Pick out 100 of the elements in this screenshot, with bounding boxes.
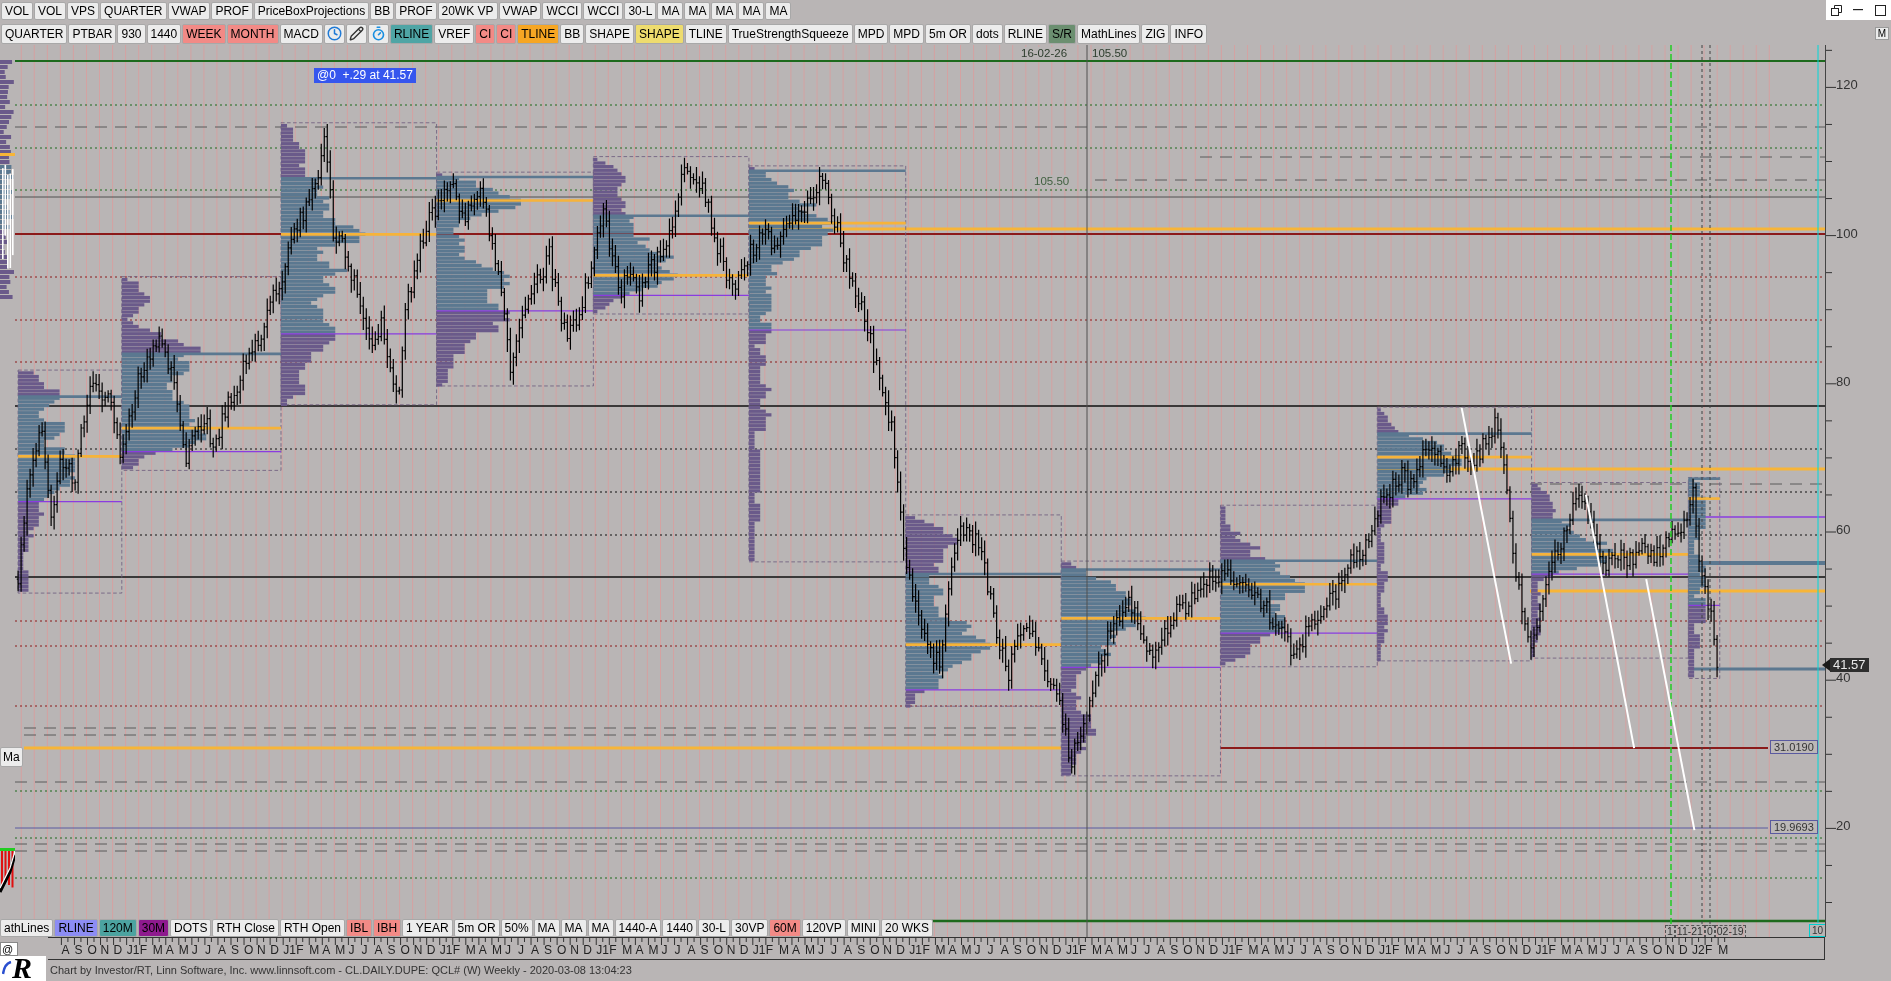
study-button[interactable]: IBH bbox=[373, 918, 402, 937]
month-label: J1 bbox=[1378, 944, 1392, 957]
month-label: O bbox=[1496, 944, 1506, 957]
study-button[interactable]: MPD bbox=[889, 23, 924, 44]
study-button[interactable]: MA bbox=[587, 918, 614, 937]
study-button[interactable]: 50% bbox=[500, 918, 533, 937]
study-button[interactable]: DOTS bbox=[170, 918, 212, 937]
month-label: S bbox=[700, 944, 709, 957]
month-label: J1 bbox=[596, 944, 609, 957]
study-button[interactable]: CI bbox=[475, 23, 496, 44]
month-label: N bbox=[1509, 944, 1519, 957]
study-button[interactable]: VPS bbox=[67, 2, 100, 20]
study-button[interactable]: TLINE bbox=[517, 23, 560, 44]
month-label: O bbox=[713, 944, 723, 957]
study-button[interactable]: 120M bbox=[98, 918, 137, 937]
study-button[interactable]: S/R bbox=[1048, 23, 1077, 44]
study-button[interactable]: MA bbox=[738, 2, 765, 20]
study-button[interactable]: MA bbox=[533, 918, 560, 937]
study-button[interactable]: TrueStrengthSqueeze bbox=[727, 23, 853, 44]
month-label: N bbox=[1196, 944, 1205, 957]
study-button[interactable]: RLINE bbox=[1003, 23, 1048, 44]
study-button[interactable]: VWAP bbox=[498, 2, 542, 20]
study-button[interactable]: MA bbox=[711, 2, 738, 20]
clock-button[interactable] bbox=[323, 23, 345, 44]
month-label: F bbox=[139, 944, 147, 957]
study-button[interactable]: SHAPE bbox=[634, 23, 684, 44]
month-label: F bbox=[1548, 944, 1556, 957]
study-button[interactable]: 5m OR bbox=[925, 23, 971, 44]
month-label: N bbox=[1039, 944, 1049, 957]
month-label: J1 bbox=[283, 944, 296, 957]
study-button[interactable]: BB bbox=[560, 23, 585, 44]
study-button[interactable]: BB bbox=[370, 2, 395, 20]
study-button[interactable]: 930 bbox=[117, 23, 146, 44]
study-button[interactable]: RLINE bbox=[54, 918, 98, 937]
month-label: M bbox=[1091, 944, 1102, 957]
month-label: D bbox=[1679, 944, 1688, 957]
month-label: J bbox=[361, 944, 368, 957]
study-button[interactable]: VOL bbox=[1, 2, 33, 20]
maximize-button[interactable] bbox=[1873, 3, 1888, 17]
study-button[interactable]: MINI bbox=[846, 918, 881, 937]
month-label: J bbox=[974, 944, 981, 957]
study-button[interactable]: 30-L bbox=[698, 918, 731, 937]
study-button[interactable]: PROF bbox=[211, 2, 253, 20]
study-button[interactable]: 1440 bbox=[146, 23, 182, 44]
study-button[interactable]: VOL bbox=[34, 2, 67, 20]
study-button[interactable]: 20 WKS bbox=[881, 918, 934, 937]
study-button[interactable]: MA bbox=[657, 2, 684, 20]
study-button[interactable]: dots bbox=[972, 23, 1003, 44]
study-button[interactable]: RLINE bbox=[389, 23, 434, 44]
study-button[interactable]: VWAP bbox=[167, 2, 211, 20]
study-button[interactable]: 1440 bbox=[662, 918, 697, 937]
study-button[interactable]: SHAPE bbox=[585, 23, 634, 44]
study-button[interactable]: RTH Close bbox=[212, 918, 279, 937]
month-label: D bbox=[739, 944, 749, 957]
study-button[interactable]: ZIG bbox=[1141, 23, 1170, 44]
study-button[interactable]: MA bbox=[765, 2, 792, 20]
study-button[interactable]: MA bbox=[560, 918, 587, 937]
corner-button[interactable]: M bbox=[1875, 27, 1889, 40]
study-button[interactable]: athLines bbox=[0, 918, 54, 937]
study-button[interactable]: 120VP bbox=[801, 918, 846, 937]
study-button[interactable]: 30VP bbox=[731, 918, 769, 937]
study-button[interactable]: TLINE bbox=[684, 23, 727, 44]
study-button[interactable]: CI bbox=[496, 23, 517, 44]
month-label: A bbox=[531, 944, 540, 957]
month-label: A bbox=[1418, 944, 1427, 957]
study-button[interactable]: MathLines bbox=[1077, 23, 1141, 44]
study-button[interactable]: 60M bbox=[769, 918, 801, 937]
study-button[interactable]: MPD bbox=[853, 23, 889, 44]
date-label: 11-21 bbox=[1674, 925, 1705, 938]
restore-button[interactable] bbox=[1829, 3, 1844, 17]
pencil-button[interactable] bbox=[345, 23, 367, 44]
study-button[interactable]: 20WK VP bbox=[437, 2, 498, 20]
study-button[interactable]: QUARTER bbox=[1, 23, 68, 44]
study-button[interactable]: MACD bbox=[279, 23, 323, 44]
month-label: A bbox=[478, 944, 487, 957]
study-button[interactable]: IBL bbox=[346, 918, 373, 937]
study-button[interactable]: MA bbox=[684, 2, 711, 20]
study-button[interactable]: QUARTER bbox=[100, 2, 167, 20]
symbol-field[interactable]: @ bbox=[0, 942, 18, 956]
study-button[interactable]: 1440-A bbox=[614, 918, 662, 937]
side-tab[interactable]: Ma bbox=[0, 747, 23, 767]
study-button[interactable]: PriceBoxProjections bbox=[253, 2, 370, 20]
month-label: M bbox=[491, 944, 502, 957]
axis-label: 60 bbox=[1836, 523, 1851, 537]
month-label: A bbox=[635, 944, 644, 957]
study-button[interactable]: INFO bbox=[1170, 23, 1208, 44]
study-button[interactable]: PTBAR bbox=[68, 23, 117, 44]
study-button[interactable]: RTH Open bbox=[279, 918, 346, 937]
study-button[interactable]: VREF bbox=[434, 23, 475, 44]
study-button[interactable]: WCCI bbox=[542, 2, 583, 20]
study-button[interactable]: 30-L bbox=[624, 2, 657, 20]
axis-label: 120 bbox=[1836, 78, 1858, 93]
study-button[interactable]: MONTH bbox=[226, 23, 279, 44]
study-button[interactable]: WCCI bbox=[583, 2, 624, 20]
study-button[interactable]: WEEK bbox=[182, 23, 226, 44]
study-button[interactable]: 5m OR bbox=[453, 918, 500, 937]
study-button[interactable]: PROF bbox=[395, 2, 437, 20]
value-area-line bbox=[1688, 477, 1720, 480]
study-button[interactable]: 1 YEAR bbox=[402, 918, 453, 937]
month-label: M bbox=[309, 944, 320, 957]
